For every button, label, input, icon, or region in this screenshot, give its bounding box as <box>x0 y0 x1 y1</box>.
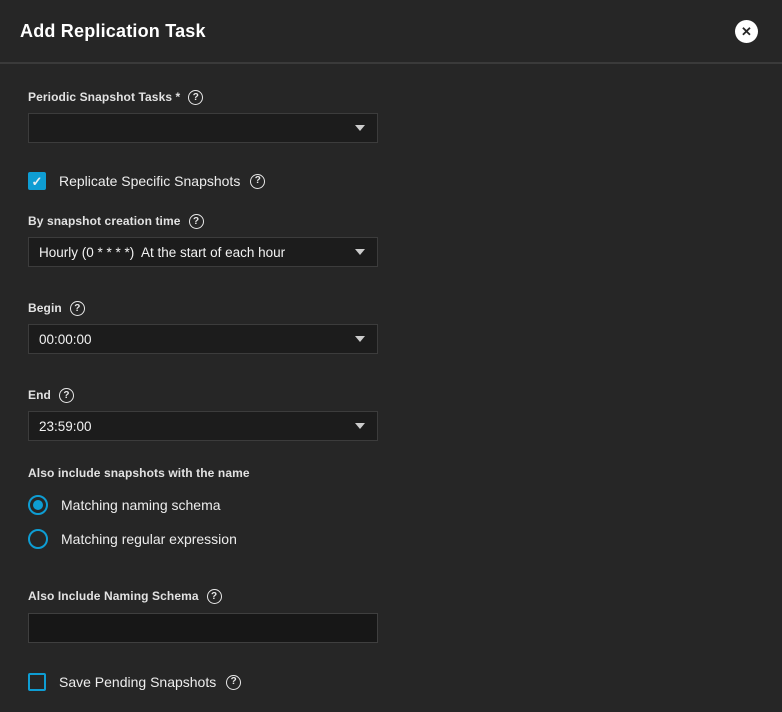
help-icon[interactable]: ? <box>70 301 85 316</box>
also-include-naming-schema-input[interactable] <box>28 613 378 643</box>
begin-label: Begin ? <box>28 301 754 316</box>
radio-matching-naming-schema[interactable]: Matching naming schema <box>28 495 754 515</box>
select-value: Hourly (0 * * * *) At the start of each … <box>39 245 285 260</box>
help-icon[interactable]: ? <box>59 388 74 403</box>
checkbox-label: Replicate Specific Snapshots <box>59 173 240 189</box>
dialog-header: Add Replication Task ✕ <box>0 0 782 64</box>
radio-label: Matching regular expression <box>61 531 237 547</box>
help-icon[interactable]: ? <box>250 174 265 189</box>
chevron-down-icon <box>355 336 365 342</box>
radio-icon[interactable] <box>28 529 48 549</box>
chevron-down-icon <box>355 249 365 255</box>
also-include-naming-schema-label: Also Include Naming Schema ? <box>28 589 754 604</box>
replicate-specific-snapshots-checkbox-row[interactable]: ✓ Replicate Specific Snapshots ? <box>28 172 754 190</box>
periodic-snapshot-tasks-label: Periodic Snapshot Tasks * ? <box>28 90 754 105</box>
checkbox-icon[interactable]: ✓ <box>28 673 46 691</box>
radio-matching-regular-expression[interactable]: Matching regular expression <box>28 529 754 549</box>
begin-select[interactable]: 00:00:00 <box>28 324 378 354</box>
chevron-down-icon <box>355 125 365 131</box>
end-label: End ? <box>28 388 754 403</box>
help-icon[interactable]: ? <box>188 90 203 105</box>
by-snapshot-creation-time-select[interactable]: Hourly (0 * * * *) At the start of each … <box>28 237 378 267</box>
help-icon[interactable]: ? <box>226 675 241 690</box>
by-snapshot-creation-time-label: By snapshot creation time ? <box>28 214 754 229</box>
checkbox-icon[interactable]: ✓ <box>28 172 46 190</box>
select-value: 00:00:00 <box>39 332 92 347</box>
help-icon[interactable]: ? <box>189 214 204 229</box>
chevron-down-icon <box>355 423 365 429</box>
dialog-title: Add Replication Task <box>20 21 206 42</box>
periodic-snapshot-tasks-select[interactable] <box>28 113 378 143</box>
save-pending-snapshots-checkbox-row[interactable]: ✓ Save Pending Snapshots ? <box>28 673 754 691</box>
end-select[interactable]: 23:59:00 <box>28 411 378 441</box>
dialog-body: Periodic Snapshot Tasks * ? ✓ Replicate … <box>0 64 782 691</box>
radio-label: Matching naming schema <box>61 497 221 513</box>
also-include-snapshots-label: Also include snapshots with the name <box>28 467 754 480</box>
select-value: 23:59:00 <box>39 419 92 434</box>
checkbox-label: Save Pending Snapshots <box>59 674 216 690</box>
radio-icon[interactable] <box>28 495 48 515</box>
close-icon: ✕ <box>741 25 752 38</box>
help-icon[interactable]: ? <box>207 589 222 604</box>
close-button[interactable]: ✕ <box>735 20 758 43</box>
